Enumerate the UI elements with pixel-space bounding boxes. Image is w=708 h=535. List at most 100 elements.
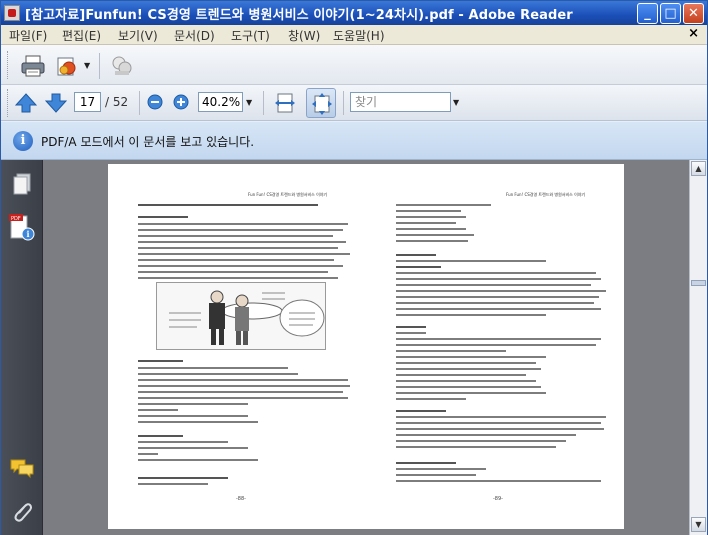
menu-view[interactable]: 보기(V) (118, 27, 158, 44)
close-button[interactable]: ✕ (683, 3, 704, 24)
comments-icon[interactable] (9, 457, 35, 479)
text-line (138, 373, 298, 375)
app-icon[interactable] (4, 5, 20, 21)
pdfa-message-bar: i PDF/A 모드에서 이 문서를 보고 있습니다. (1, 122, 707, 160)
text-line (138, 204, 318, 206)
text-line (396, 240, 468, 242)
text-line (138, 265, 343, 267)
menu-document[interactable]: 문서(D) (174, 27, 215, 44)
text-line (138, 447, 248, 449)
svg-text:i: i (27, 229, 30, 239)
text-line (396, 314, 546, 316)
text-line (138, 259, 334, 261)
toolbar-grip[interactable] (7, 51, 10, 79)
text-line (138, 247, 338, 249)
info-icon: i (13, 131, 33, 151)
text-line (396, 440, 566, 442)
text-line (396, 422, 601, 424)
close-icon: ✕ (688, 6, 699, 21)
pdf-page: Fun Fun! CS경영 트렌드와 병원서비스 이야기 Fun Fun! CS… (108, 164, 624, 529)
text-line (396, 350, 506, 352)
pages-panel-icon[interactable] (11, 172, 33, 196)
text-line (396, 362, 536, 364)
toolbar-separator (99, 53, 100, 79)
text-line (138, 216, 188, 218)
left-page-header: Fun Fun! CS경영 트렌드와 병원서비스 이야기 (248, 192, 328, 197)
minimize-button[interactable]: _ (637, 3, 658, 24)
maximize-button[interactable]: □ (660, 3, 681, 24)
text-line (396, 254, 436, 256)
text-line (138, 459, 258, 461)
toolbar-grip[interactable] (7, 89, 10, 117)
text-line (396, 222, 456, 224)
text-line (138, 453, 158, 455)
text-line (396, 398, 466, 400)
text-line (396, 296, 599, 298)
title-bar[interactable]: [참고자료]Funfun! CS경영 트렌드와 병원서비스 이야기(1~24차시… (1, 1, 707, 25)
fit-page-button[interactable] (306, 88, 336, 118)
text-line (138, 415, 248, 417)
right-page-number: -89- (493, 496, 503, 502)
illustration-figure (156, 282, 326, 350)
zoom-out-icon[interactable] (147, 94, 163, 110)
text-line (396, 446, 556, 448)
text-line (396, 462, 456, 464)
pdfa-message-text: PDF/A 모드에서 이 문서를 보고 있습니다. (41, 135, 255, 149)
text-line (396, 266, 441, 268)
page-count-label: / 52 (105, 95, 129, 109)
page-number-input[interactable]: 17 (74, 92, 101, 112)
text-line (396, 326, 426, 328)
menu-edit[interactable]: 편집(E) (62, 27, 101, 44)
window-title: [참고자료]Funfun! CS경영 트렌드와 병원서비스 이야기(1~24차시… (25, 8, 573, 23)
text-line (138, 409, 178, 411)
text-line (138, 403, 248, 405)
text-line (396, 216, 466, 218)
text-line (138, 483, 208, 485)
up-arrow-icon[interactable] (15, 92, 37, 114)
text-line (138, 477, 228, 479)
attachments-icon[interactable] (11, 500, 33, 524)
text-line (396, 204, 491, 206)
text-line (138, 271, 328, 273)
maximize-icon: □ (664, 6, 677, 21)
text-line (396, 386, 541, 388)
text-line (396, 410, 446, 412)
printer-icon[interactable] (20, 54, 46, 78)
text-line (396, 380, 536, 382)
text-line (396, 468, 486, 470)
text-line (396, 368, 541, 370)
text-line (138, 379, 348, 381)
text-line (396, 278, 601, 280)
zoom-dropdown-icon[interactable]: ▼ (246, 98, 252, 107)
scroll-up-icon[interactable]: ▲ (691, 161, 706, 176)
down-arrow-icon[interactable] (45, 92, 67, 114)
scrollbar-thumb[interactable] (691, 280, 706, 286)
zoom-input[interactable]: 40.2% (198, 92, 243, 112)
text-line (396, 234, 474, 236)
find-dropdown-icon[interactable]: ▼ (453, 98, 459, 107)
text-line (138, 435, 183, 437)
text-line (138, 421, 258, 423)
menu-help[interactable]: 도움말(H) (333, 27, 385, 44)
text-line (396, 308, 601, 310)
minimize-icon: _ (644, 6, 651, 21)
find-input[interactable]: 찾기 (350, 92, 451, 112)
text-line (138, 241, 346, 243)
menu-window[interactable]: 창(W) (288, 27, 320, 44)
menu-tools[interactable]: 도구(T) (231, 27, 270, 44)
collaborate-icon[interactable] (109, 53, 135, 79)
scroll-down-icon[interactable]: ▼ (691, 517, 706, 532)
pdfa-properties-icon[interactable]: PDF i (8, 212, 36, 244)
close-document-icon[interactable]: × (688, 26, 699, 41)
vertical-scrollbar[interactable]: ▲ ▼ (689, 160, 707, 535)
text-line (396, 392, 546, 394)
export-icon[interactable] (55, 54, 81, 78)
text-line (396, 416, 606, 418)
fit-width-icon[interactable] (273, 91, 297, 115)
export-dropdown-icon[interactable]: ▼ (84, 61, 90, 70)
text-line (138, 360, 183, 362)
text-line (396, 284, 591, 286)
toolbar-separator (343, 91, 344, 115)
zoom-in-icon[interactable] (173, 94, 189, 110)
menu-file[interactable]: 파일(F) (9, 27, 47, 44)
